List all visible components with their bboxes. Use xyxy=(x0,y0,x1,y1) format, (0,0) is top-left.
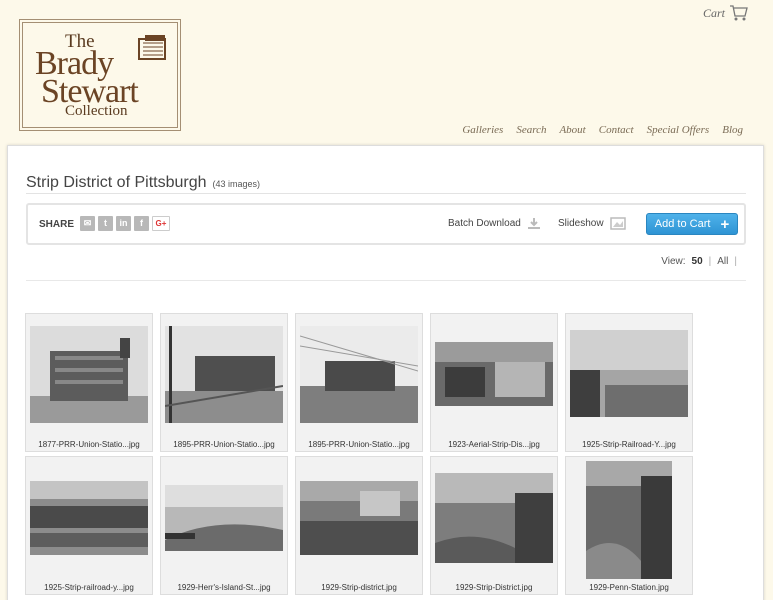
image-filename: 1929-Herr's-Island-St...jpg xyxy=(177,583,271,592)
image-tile[interactable]: 1929-Penn-Station.jpg xyxy=(565,456,693,595)
photo-thumbnail xyxy=(300,481,418,555)
cart-link[interactable]: Cart xyxy=(703,4,749,22)
image-filename: 1929-Strip-District.jpg xyxy=(455,583,533,592)
image-tile[interactable]: 1929-Strip-District.jpg xyxy=(430,456,558,595)
email-icon[interactable]: ✉ xyxy=(80,216,95,231)
share-icons: ✉ t in f G+ xyxy=(80,216,170,231)
nav-search[interactable]: Search xyxy=(516,124,546,136)
divider xyxy=(26,280,746,281)
batch-download-button[interactable]: Batch Download xyxy=(448,217,541,230)
download-icon xyxy=(527,218,540,229)
batch-download-label: Batch Download xyxy=(448,218,521,229)
slideshow-label: Slideshow xyxy=(558,218,604,229)
image-tile[interactable]: 1929-Strip-district.jpg xyxy=(295,456,423,595)
image-filename: 1925-Strip-railroad-y...jpg xyxy=(44,583,134,592)
nav-special-offers[interactable]: Special Offers xyxy=(647,124,710,136)
image-filename: 1895-PRR-Union-Statio...jpg xyxy=(173,440,275,449)
image-tile[interactable]: 1925-Strip-railroad-y...jpg xyxy=(25,456,153,595)
image-grid: 1877-PRR-Union-Statio...jpg 1895-PRR-Uni… xyxy=(25,313,693,595)
photo-thumbnail xyxy=(570,330,688,417)
nav-blog[interactable]: Blog xyxy=(722,124,743,136)
nav-about[interactable]: About xyxy=(559,124,585,136)
view-label: View: xyxy=(661,256,686,267)
image-filename: 1925-Strip-Railroad-Y...jpg xyxy=(582,440,676,449)
photo-thumbnail xyxy=(300,326,418,423)
photo-thumbnail xyxy=(435,342,553,406)
facebook-icon[interactable]: f xyxy=(134,216,149,231)
image-filename: 1877-PRR-Union-Statio...jpg xyxy=(38,440,140,449)
share-label: SHARE xyxy=(39,219,75,230)
photo-thumbnail xyxy=(30,326,148,423)
photo-thumbnail xyxy=(30,481,148,555)
photo-thumbnail xyxy=(165,485,283,551)
image-filename: 1895-PRR-Union-Statio...jpg xyxy=(308,440,410,449)
photo-thumbnail xyxy=(586,461,672,579)
view-option-50[interactable]: 50 xyxy=(692,256,703,267)
image-tile[interactable]: 1895-PRR-Union-Statio...jpg xyxy=(160,313,288,452)
nav-galleries[interactable]: Galleries xyxy=(462,124,503,136)
logo-line-4: Collection xyxy=(65,103,128,119)
photo-thumbnail xyxy=(165,326,283,423)
add-to-cart-button[interactable]: Add to Cart + xyxy=(646,213,738,235)
brand-logo[interactable]: The Brady Stewart Collection xyxy=(19,19,181,131)
page-title: Strip District of Pittsburgh xyxy=(26,174,207,191)
image-tile[interactable]: 1929-Herr's-Island-St...jpg xyxy=(160,456,288,595)
gallery-panel: Strip District of Pittsburgh (43 images)… xyxy=(7,145,764,600)
view-option-all[interactable]: All xyxy=(717,256,728,267)
image-filename: 1929-Strip-district.jpg xyxy=(321,583,397,592)
divider xyxy=(26,193,746,194)
image-tile[interactable]: 1923-Aerial-Strip-Dis...jpg xyxy=(430,313,558,452)
separator: | xyxy=(708,256,712,267)
view-selector: View: 50 | All | xyxy=(661,256,737,267)
image-tile[interactable]: 1925-Strip-Railroad-Y...jpg xyxy=(565,313,693,452)
image-count: (43 images) xyxy=(212,179,261,189)
cart-label: Cart xyxy=(702,5,725,20)
plus-icon: + xyxy=(720,215,730,233)
photo-thumbnail xyxy=(435,473,553,563)
nav-contact[interactable]: Contact xyxy=(599,124,634,136)
add-to-cart-label: Add to Cart xyxy=(654,218,711,230)
image-filename: 1929-Penn-Station.jpg xyxy=(589,583,669,592)
gallery-toolbar: SHARE ✉ t in f G+ Batch Download Slidesh… xyxy=(26,203,746,245)
image-tile[interactable]: 1895-PRR-Union-Statio...jpg xyxy=(295,313,423,452)
twitter-icon[interactable]: t xyxy=(98,216,113,231)
slideshow-icon xyxy=(609,217,626,230)
separator: | xyxy=(734,256,737,267)
linkedin-icon[interactable]: in xyxy=(116,216,131,231)
google-plus-icon[interactable]: G+ xyxy=(152,216,170,231)
cart-icon xyxy=(730,5,748,21)
image-tile[interactable]: 1877-PRR-Union-Statio...jpg xyxy=(25,313,153,452)
image-filename: 1923-Aerial-Strip-Dis...jpg xyxy=(448,440,540,449)
camera-icon xyxy=(138,35,166,60)
main-nav: Galleries Search About Contact Special O… xyxy=(462,124,743,136)
slideshow-button[interactable]: Slideshow xyxy=(558,217,626,230)
